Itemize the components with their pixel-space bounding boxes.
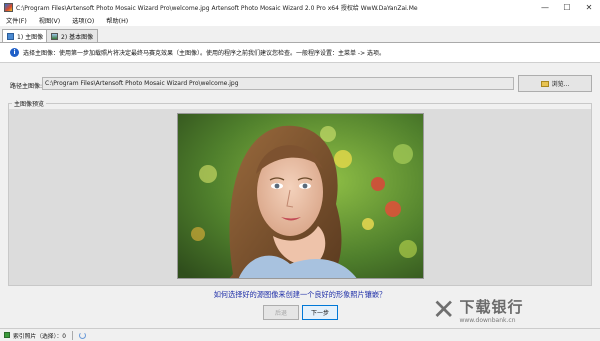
- info-bar: i 选择主图像：使用第一步加载照片将决定最终马赛克效果（主图像）。使用的程序之前…: [0, 42, 600, 62]
- menu-bar: 文件(F) 视图(V) 选项(O) 帮助(H): [0, 14, 600, 26]
- watermark-logo-icon: ✕: [432, 293, 456, 326]
- menu-options[interactable]: 选项(O): [72, 16, 94, 25]
- main-image-icon: [7, 32, 14, 40]
- next-button[interactable]: 下一步: [302, 305, 338, 320]
- minimize-button[interactable]: —: [534, 0, 556, 14]
- info-text: 选择主图像：使用第一步加载照片将决定最终马赛克效果（主图像）。使用的程序之前我们…: [23, 50, 386, 57]
- window-controls: — ☐ ✕: [534, 0, 600, 14]
- back-button[interactable]: 后退: [263, 305, 299, 320]
- main-image-path-field[interactable]: C:\Program Files\Artensoft Photo Mosaic …: [42, 77, 514, 90]
- tab-base-images-label: 2) 基本图像: [61, 33, 94, 41]
- browse-label: 浏览...: [551, 81, 570, 88]
- menu-view[interactable]: 视图(V): [39, 16, 60, 25]
- title-bar: C:\Program Files\Artensoft Photo Mosaic …: [0, 0, 600, 14]
- base-images-icon: [51, 32, 58, 40]
- close-button[interactable]: ✕: [578, 0, 600, 14]
- app-icon: [4, 2, 13, 12]
- status-text: 索引照片（选择）：0: [13, 333, 66, 340]
- watermark-text: 下载银行: [459, 298, 524, 316]
- menu-help[interactable]: 帮助(H): [106, 16, 128, 25]
- folder-icon: [540, 80, 549, 87]
- tab-base-images[interactable]: 2) 基本图像: [46, 29, 99, 42]
- path-label: 路径主图像:: [10, 83, 43, 90]
- divider: [0, 62, 600, 63]
- status-icon: [4, 332, 10, 338]
- watermark-url: www.downbank.cn: [459, 317, 516, 324]
- watermark: ✕ 下载银行 www.downbank.cn: [432, 293, 524, 326]
- info-icon: i: [10, 48, 19, 57]
- menu-file[interactable]: 文件(F): [6, 16, 27, 25]
- maximize-button[interactable]: ☐: [556, 0, 578, 14]
- tab-main-image-label: 1) 主图像: [17, 33, 44, 41]
- portrait-photo: [178, 114, 423, 278]
- status-separator: [71, 330, 73, 340]
- main-image-preview: [177, 113, 424, 279]
- preview-group-title: 主图像预览: [12, 99, 47, 108]
- spinner-icon: [78, 331, 86, 339]
- browse-button[interactable]: 浏览...: [518, 75, 592, 92]
- window-title: C:\Program Files\Artensoft Photo Mosaic …: [16, 4, 418, 12]
- tab-bar: 1) 主图像 2) 基本图像: [0, 27, 600, 42]
- tab-main-image[interactable]: 1) 主图像: [2, 29, 49, 42]
- status-bar: 索引照片（选择）：0: [0, 328, 600, 341]
